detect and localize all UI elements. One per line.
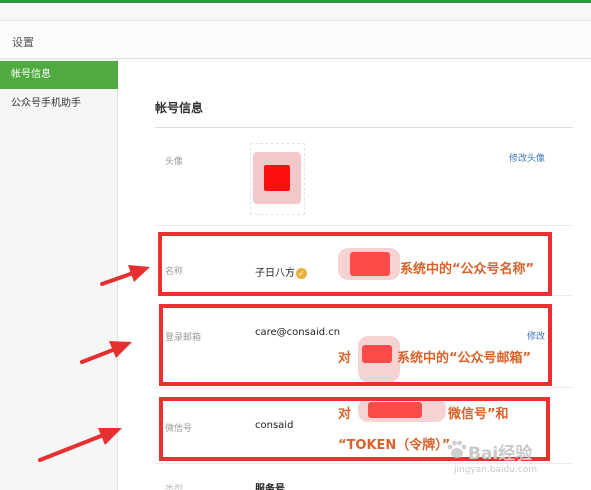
watermark: Bai经验 jingyan.baidu.com [446,434,586,482]
paw-icon [447,440,467,458]
watermark-brand: Bai经验 [468,444,533,464]
arrow-icon [80,341,132,364]
arrow-icon [38,428,122,462]
watermark-url: jingyan.baidu.com [454,465,538,475]
arrow-icon [100,265,150,286]
pointer-arrows [38,265,150,462]
